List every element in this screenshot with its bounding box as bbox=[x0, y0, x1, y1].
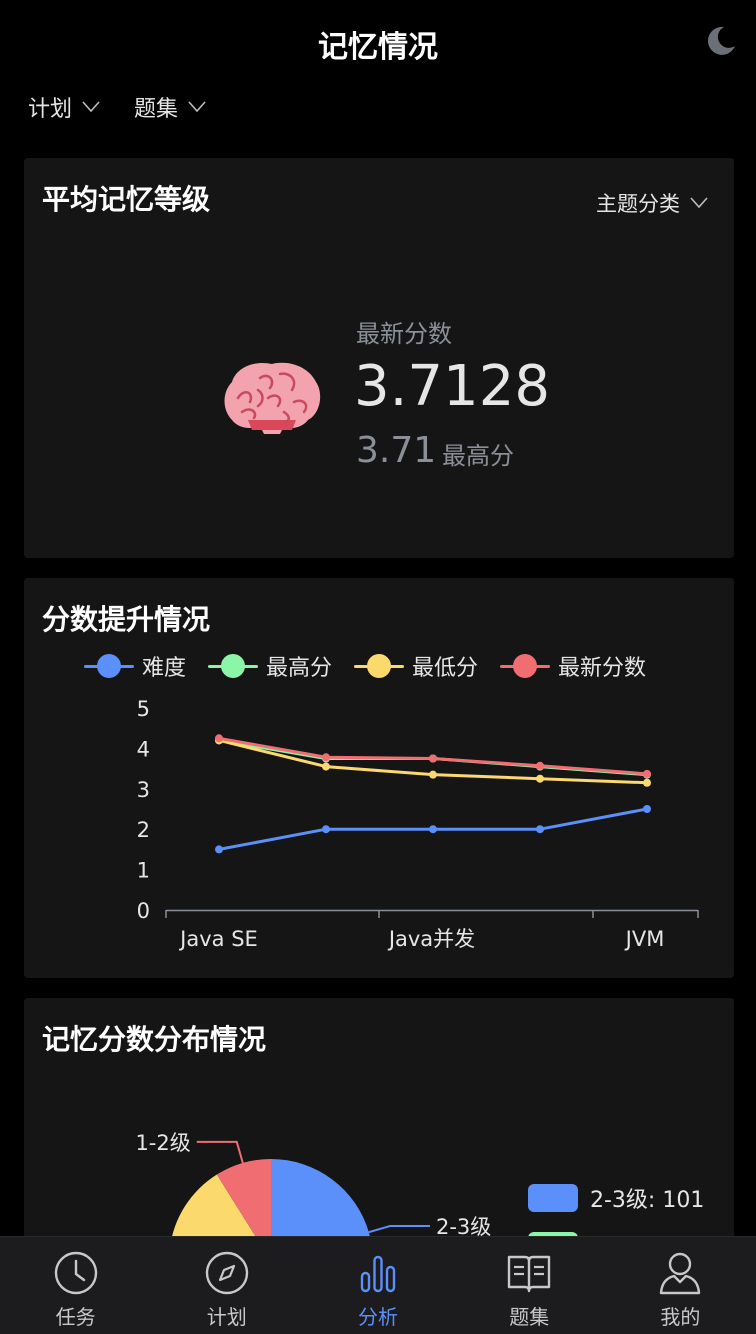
moon-icon[interactable] bbox=[704, 24, 738, 58]
legend-label: 最高分 bbox=[266, 656, 333, 681]
nav-tab-analysis[interactable]: 分析 bbox=[302, 1237, 453, 1334]
score-trend-card: 分数提升情况 难度 最高分 最低分 最新分数 0 1 2 3 4 5 Java SE Java并发 J… bbox=[24, 578, 734, 978]
nav-label: 我的 bbox=[660, 1305, 701, 1329]
data-point bbox=[643, 805, 651, 813]
data-point bbox=[215, 845, 223, 854]
slice-label: 1-2级 bbox=[135, 1131, 190, 1155]
nav-tab-tasks[interactable]: 任务 bbox=[0, 1237, 151, 1334]
nav-label: 分析 bbox=[358, 1305, 398, 1329]
data-point bbox=[643, 769, 651, 778]
legend-item[interactable]: 最新分数 bbox=[500, 650, 646, 682]
nav-tab-profile[interactable]: 我的 bbox=[605, 1237, 756, 1334]
chart-legend: 难度 最高分 最低分 最新分数 bbox=[84, 650, 646, 682]
data-point bbox=[215, 734, 223, 743]
y-tick-label: 5 bbox=[137, 697, 150, 721]
topic-category-select[interactable]: 主题分类 bbox=[596, 188, 708, 218]
data-point bbox=[643, 778, 651, 787]
plan-filter[interactable]: 计划 bbox=[28, 92, 100, 122]
legend-item[interactable]: 最高分 bbox=[208, 650, 332, 682]
latest-score-label: 最新分数 bbox=[356, 320, 452, 348]
x-tick-label: JVM bbox=[624, 927, 665, 951]
legend-swatch bbox=[84, 654, 134, 678]
brain-icon bbox=[224, 362, 321, 434]
data-point bbox=[429, 825, 437, 834]
bar-chart-icon bbox=[360, 1255, 396, 1293]
highest-score-value: 3.71 bbox=[356, 430, 437, 471]
legend-swatch bbox=[528, 1184, 578, 1212]
y-tick-label: 2 bbox=[137, 818, 150, 842]
data-point bbox=[429, 770, 437, 779]
legend-swatch bbox=[354, 654, 405, 678]
legend-label: 最低分 bbox=[412, 656, 479, 681]
average-level-card: 平均记忆等级 主题分类 最新分数 3.7128 3.71 最高分 bbox=[24, 158, 734, 558]
filter-bar: 计划 题集 bbox=[28, 92, 206, 122]
x-tick-label: Java并发 bbox=[387, 927, 475, 951]
nav-tab-plan[interactable]: 计划 bbox=[151, 1237, 302, 1334]
data-point bbox=[322, 753, 330, 762]
clock-icon bbox=[54, 1251, 97, 1295]
latest-score-value: 3.7128 bbox=[354, 354, 550, 419]
average-level-title: 平均记忆等级 bbox=[42, 183, 211, 216]
highest-score-label: 最高分 bbox=[442, 442, 514, 470]
bottom-nav: 任务 计划 分析 题集 我的 bbox=[0, 1236, 756, 1334]
y-tick-label: 1 bbox=[137, 859, 150, 883]
pie-legend-label: 2-3级: 101 bbox=[590, 1188, 705, 1213]
trend-line-chart: 0 1 2 3 4 5 Java SE Java并发 JVM bbox=[137, 697, 699, 951]
legend-item[interactable]: 难度 bbox=[84, 650, 186, 682]
data-point bbox=[429, 754, 437, 763]
legend-label: 难度 bbox=[142, 656, 187, 681]
data-point bbox=[322, 762, 330, 771]
topic-category-label: 主题分类 bbox=[596, 192, 680, 216]
book-icon bbox=[508, 1255, 551, 1293]
legend-swatch bbox=[500, 654, 551, 678]
data-point bbox=[536, 825, 544, 834]
nav-label: 计划 bbox=[206, 1305, 247, 1329]
score-trend-title: 分数提升情况 bbox=[42, 603, 211, 636]
nav-tab-question-sets[interactable]: 题集 bbox=[454, 1237, 605, 1334]
score-distribution-title: 记忆分数分布情况 bbox=[42, 1023, 267, 1056]
page-title: 记忆情况 bbox=[318, 30, 438, 65]
data-point bbox=[536, 761, 544, 770]
question-set-filter[interactable]: 题集 bbox=[134, 92, 206, 122]
user-icon bbox=[660, 1252, 701, 1295]
chevron-down-icon bbox=[188, 101, 206, 113]
nav-label: 任务 bbox=[55, 1305, 96, 1329]
legend-item[interactable]: 最低分 bbox=[354, 650, 478, 682]
data-point bbox=[322, 825, 330, 834]
y-tick-label: 0 bbox=[137, 899, 150, 923]
y-tick-label: 4 bbox=[137, 737, 150, 761]
y-tick-label: 3 bbox=[137, 778, 150, 802]
x-tick-label: Java SE bbox=[178, 927, 258, 951]
pie-legend-item[interactable]: 2-3级: 101 bbox=[528, 1174, 704, 1222]
compass-icon bbox=[205, 1251, 248, 1295]
plan-filter-label: 计划 bbox=[28, 97, 73, 122]
data-point bbox=[536, 774, 544, 783]
question-set-filter-label: 题集 bbox=[134, 97, 179, 122]
slice-label-line bbox=[196, 1140, 244, 1164]
top-bar: 记忆情况 bbox=[0, 0, 756, 86]
slice-label-line bbox=[368, 1224, 430, 1234]
legend-label: 最新分数 bbox=[558, 656, 647, 681]
nav-label: 题集 bbox=[509, 1305, 550, 1329]
chevron-down-icon bbox=[82, 101, 100, 113]
legend-swatch bbox=[208, 654, 259, 678]
chevron-down-icon bbox=[690, 197, 708, 209]
